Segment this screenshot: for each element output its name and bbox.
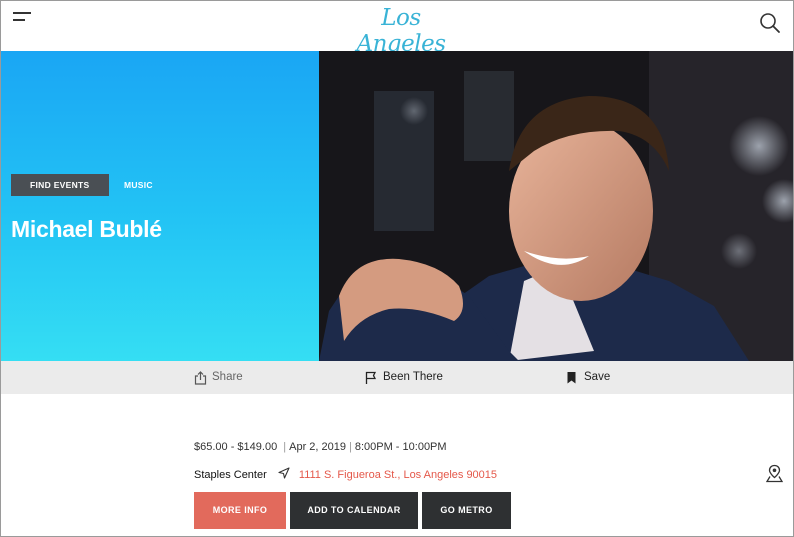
event-time: 8:00PM - 10:00PM — [354, 441, 447, 453]
share-label: Share — [212, 371, 243, 383]
separator: | — [280, 441, 287, 453]
add-to-calendar-button[interactable]: ADD TO CALENDAR — [290, 492, 418, 529]
hamburger-menu-icon[interactable] — [13, 10, 35, 26]
go-metro-button[interactable]: GO METRO — [422, 492, 511, 529]
action-bar: Share Been There Save — [1, 361, 793, 394]
site-logo[interactable]: Los Angeles — [341, 5, 461, 57]
hero-panel: FIND EVENTS MUSIC Michael Bublé — [1, 51, 319, 361]
navigation-arrow-icon[interactable] — [278, 467, 290, 479]
save-label: Save — [584, 371, 611, 383]
bookmark-icon — [567, 372, 576, 384]
event-details: $65.00 - $149.00 | Apr 2, 2019 | 8:00PM - 1… — [1, 394, 793, 536]
find-events-button[interactable]: FIND EVENTS — [11, 174, 109, 196]
page-frame: Los Angeles FIND EVENTS MUSIC Michael Bu… — [0, 0, 794, 537]
event-photo — [319, 51, 793, 361]
flag-icon — [365, 371, 377, 384]
site-header: Los Angeles — [1, 1, 793, 57]
event-price: $65.00 - $149.00 — [194, 441, 278, 453]
event-hero: FIND EVENTS MUSIC Michael Bublé — [1, 51, 793, 361]
event-date: Apr 2, 2019 — [289, 441, 346, 453]
venue-line: Staples Center 1111 S. Figueroa St., Los… — [194, 467, 497, 481]
map-pin-icon[interactable] — [766, 464, 783, 483]
hero-tags: FIND EVENTS MUSIC — [11, 174, 153, 196]
more-info-button[interactable]: MORE INFO — [194, 492, 286, 529]
venue-name: Staples Center — [194, 469, 267, 481]
search-icon[interactable] — [759, 12, 781, 34]
event-info-line: $65.00 - $149.00 | Apr 2, 2019 | 8:00PM - 1… — [194, 441, 447, 453]
share-icon — [194, 371, 207, 385]
been-there-label: Been There — [383, 371, 443, 383]
category-tag-music[interactable]: MUSIC — [124, 174, 153, 196]
separator: | — [348, 441, 352, 453]
venue-address-link[interactable]: 1111 S. Figueroa St., Los Angeles 90015 — [299, 469, 497, 481]
event-title: Michael Bublé — [11, 216, 162, 242]
